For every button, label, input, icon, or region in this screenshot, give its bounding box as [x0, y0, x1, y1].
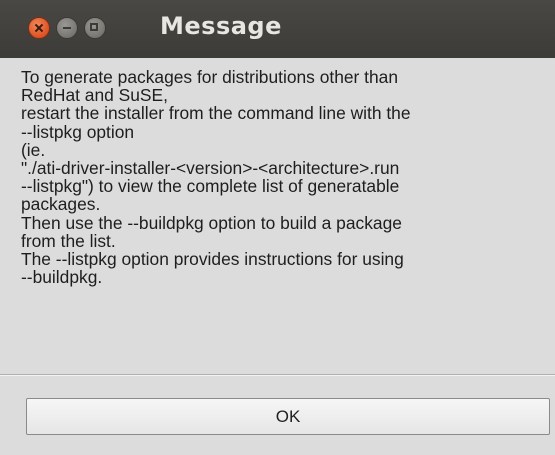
title-bar[interactable]: Message: [0, 0, 555, 58]
window-title: Message: [160, 12, 282, 40]
message-line: packages.: [21, 194, 101, 215]
message-line: (ie.: [21, 139, 46, 160]
message-line: To generate packages for distributions o…: [21, 67, 399, 87]
message-line: --buildpkg.: [21, 267, 103, 288]
message-line: "./ati-driver-installer-<version>-<archi…: [21, 158, 400, 179]
message-line: RedHat and SuSE,: [21, 85, 168, 106]
maximize-icon[interactable]: [84, 17, 106, 39]
message-line: --listpkg option: [21, 121, 135, 142]
message-text: To generate packages for distributions o…: [21, 67, 555, 288]
message-line: Then use the --buildpkg option to build …: [21, 212, 402, 233]
minimize-icon[interactable]: [56, 17, 78, 39]
message-line: The --listpkg option provides instructio…: [21, 249, 404, 270]
message-dialog: Message To generate packages for distrib…: [0, 0, 555, 455]
message-line: from the list.: [21, 230, 116, 251]
divider: [0, 374, 555, 376]
message-line: restart the installer from the command l…: [21, 103, 411, 124]
ok-button[interactable]: OK: [26, 398, 550, 435]
message-line: --listpkg") to view the complete list of…: [21, 176, 400, 197]
close-icon[interactable]: [28, 17, 50, 39]
